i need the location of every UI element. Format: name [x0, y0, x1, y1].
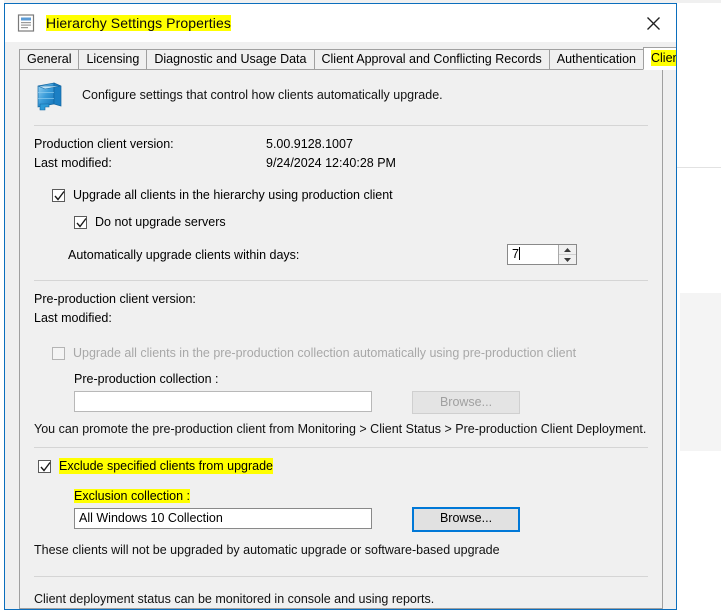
spinner-buttons[interactable] — [558, 245, 576, 264]
client-upgrade-tab-page: Configure settings that control how clie… — [19, 69, 663, 609]
exclude-specified-clients-checkbox-row[interactable]: Exclude specified clients from upgrade — [38, 458, 662, 474]
tab-label: Authentication — [556, 52, 636, 66]
exclusion-collection-row: All Windows 10 Collection Browse... — [20, 507, 662, 533]
tab-strip: General Licensing Diagnostic and Usage D… — [5, 47, 676, 70]
preproduction-client-version-row: Pre-production client version: — [34, 290, 662, 309]
exclude-specified-clients-checkbox[interactable] — [38, 459, 51, 473]
tab-label: Diagnostic and Usage Data — [154, 52, 307, 66]
do-not-upgrade-servers-checkbox[interactable] — [74, 215, 87, 229]
tab-label: Client Approval and Conflicting Records — [321, 52, 542, 66]
exclusion-browse-button[interactable]: Browse... — [412, 507, 520, 532]
production-last-modified-row: Last modified: 9/24/2024 12:40:28 PM — [34, 154, 662, 173]
page-header-text: Configure settings that control how clie… — [82, 88, 443, 102]
preproduction-last-modified-row: Last modified: — [34, 309, 662, 328]
production-client-version-row: Production client version: 5.00.9128.100… — [34, 135, 662, 154]
tab-general[interactable]: General — [19, 49, 80, 69]
auto-upgrade-days-input[interactable]: 7 — [508, 245, 558, 264]
auto-upgrade-days-stepper[interactable]: 7 — [507, 244, 577, 265]
auto-upgrade-days-label: Automatically upgrade clients within day… — [68, 248, 300, 262]
do-not-upgrade-servers-label: Do not upgrade servers — [95, 215, 226, 229]
tab-client-upgrade[interactable]: Client Upgrade — [643, 47, 676, 70]
hierarchy-settings-properties-dialog: Hierarchy Settings Properties General Li… — [4, 3, 677, 610]
production-client-version-label: Production client version: — [34, 137, 174, 151]
properties-document-icon — [17, 14, 35, 32]
preproduction-last-modified-label: Last modified: — [34, 311, 112, 325]
preproduction-collection-input[interactable] — [74, 391, 372, 412]
production-last-modified-value: 9/24/2024 12:40:28 PM — [266, 156, 396, 170]
tab-authentication[interactable]: Authentication — [548, 49, 644, 69]
dialog-title-bar: Hierarchy Settings Properties — [5, 4, 676, 42]
page-header: Configure settings that control how clie… — [20, 70, 662, 114]
exclusion-note: These clients will not be upgraded by au… — [34, 543, 500, 557]
preproduction-upgrade-all-label: Upgrade all clients in the pre-productio… — [73, 346, 577, 360]
preproduction-upgrade-all-checkbox-row[interactable]: Upgrade all clients in the pre-productio… — [52, 345, 662, 361]
preproduction-upgrade-all-checkbox[interactable] — [52, 346, 65, 360]
upgrade-all-clients-label: Upgrade all clients in the hierarchy usi… — [73, 188, 393, 202]
upgrade-all-clients-checkbox[interactable] — [52, 188, 65, 202]
upgrade-all-clients-checkbox-row[interactable]: Upgrade all clients in the hierarchy usi… — [52, 187, 662, 203]
divider-2 — [34, 280, 648, 281]
preproduction-collection-row: Browse... — [20, 391, 662, 414]
dialog-title: Hierarchy Settings Properties — [46, 15, 231, 31]
tab-diagnostic-and-usage-data[interactable]: Diagnostic and Usage Data — [146, 49, 315, 69]
exclusion-collection-input[interactable]: All Windows 10 Collection — [74, 508, 372, 529]
divider-1 — [34, 125, 648, 126]
exclude-specified-clients-label: Exclude specified clients from upgrade — [59, 458, 274, 474]
do-not-upgrade-servers-checkbox-row[interactable]: Do not upgrade servers — [74, 214, 662, 230]
background-divider — [676, 167, 721, 168]
auto-upgrade-days-row: Automatically upgrade clients within day… — [20, 244, 662, 267]
client-deployment-status-note: Client deployment status can be monitore… — [34, 592, 435, 606]
preproduction-promote-note: You can promote the pre-production clien… — [34, 422, 647, 436]
background-panel — [680, 293, 721, 451]
preproduction-browse-button[interactable]: Browse... — [412, 391, 520, 414]
hierarchy-database-icon — [32, 80, 66, 114]
tab-licensing[interactable]: Licensing — [78, 49, 148, 69]
divider-3 — [34, 447, 648, 448]
close-icon[interactable] — [631, 4, 676, 42]
preproduction-client-version-label: Pre-production client version: — [34, 292, 196, 306]
production-last-modified-label: Last modified: — [34, 156, 112, 170]
text-caret — [518, 247, 520, 260]
preproduction-collection-label: Pre-production collection : — [74, 372, 219, 386]
divider-4 — [34, 576, 648, 577]
auto-upgrade-days-value: 7 — [512, 247, 519, 261]
tab-label: General — [27, 52, 72, 66]
spinner-up-icon[interactable] — [559, 245, 576, 255]
production-client-version-value: 5.00.9128.1007 — [266, 137, 353, 151]
spinner-down-icon[interactable] — [559, 255, 576, 264]
tab-label: Licensing — [86, 52, 140, 66]
exclusion-collection-label: Exclusion collection : — [74, 489, 191, 503]
tab-label: Client Upgrade — [651, 50, 676, 66]
tab-client-approval-and-conflicting-records[interactable]: Client Approval and Conflicting Records — [313, 49, 550, 69]
